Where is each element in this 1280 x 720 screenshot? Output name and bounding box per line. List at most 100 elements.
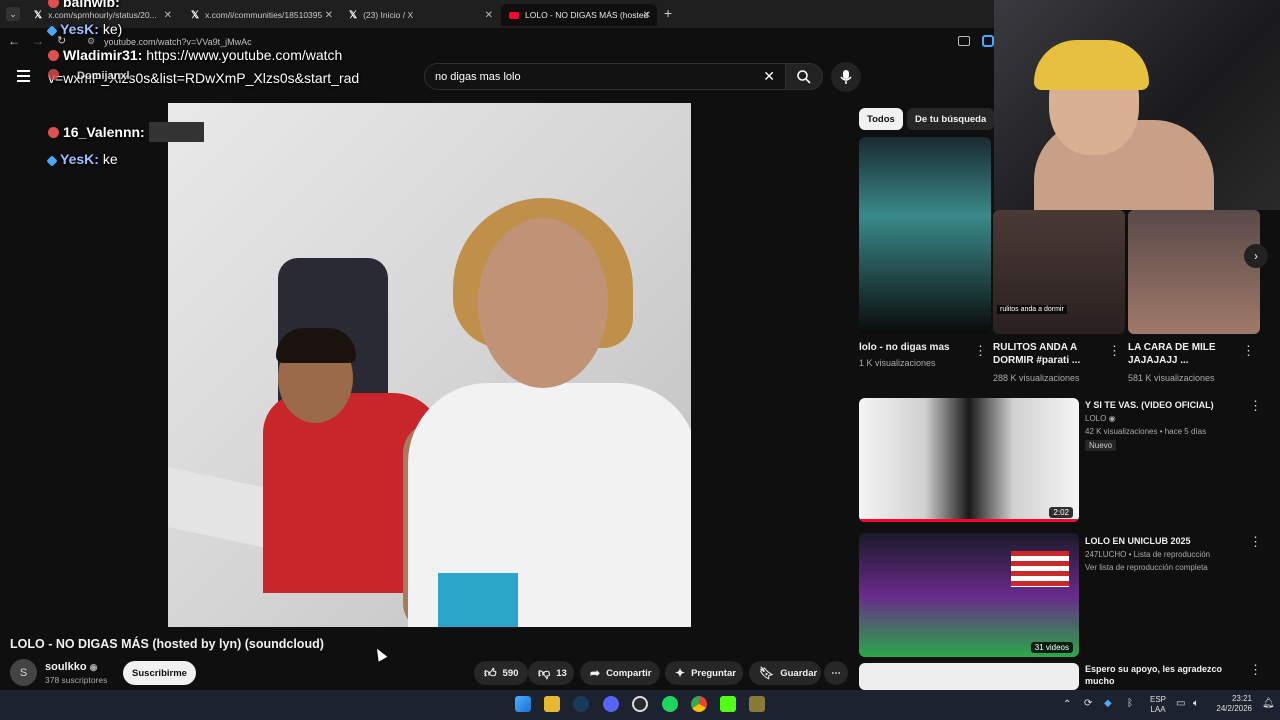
tab-x-home[interactable]: 𝕏 (23) Inicio / X ✕ (341, 4, 499, 26)
search-icon (797, 70, 811, 84)
video-thumbnail[interactable]: 2:02 (859, 398, 1079, 522)
new-tab-button[interactable]: + (664, 5, 672, 21)
tab-x-communities[interactable]: 𝕏 x.com/i/communities/18510395 ✕ (183, 4, 339, 26)
short-caption: rulitos anda a dormir (997, 305, 1067, 314)
x-logo-icon: 𝕏 (349, 9, 358, 21)
volume-icon[interactable]: 🔈︎ (1193, 698, 1199, 709)
tab-label: x.com/sprnhourly/status/20... (48, 10, 157, 20)
chat-message: YesK: ke (46, 151, 118, 167)
playlist-thumbnail[interactable]: 31 videos (859, 533, 1079, 657)
clear-search-icon[interactable]: ✕ (763, 68, 775, 85)
webcam-beanie (1034, 40, 1149, 90)
notification-icon[interactable]: 🔔︎ (1262, 698, 1275, 709)
app-icon[interactable] (749, 696, 765, 712)
tab-list-dropdown-icon[interactable]: ⌄ (6, 7, 20, 21)
file-explorer-icon[interactable] (544, 696, 560, 712)
tab-youtube-active[interactable]: LOLO - NO DIGAS MÁS (hosted ✕ (501, 4, 657, 26)
chip-from-search[interactable]: De tu búsqueda (907, 108, 995, 130)
video-player[interactable] (168, 103, 691, 627)
short-thumbnail[interactable]: rulitos anda a dormir (993, 210, 1125, 334)
discord-icon[interactable] (603, 696, 619, 712)
more-options-icon[interactable]: ⋮ (1249, 534, 1262, 550)
tray-chevron-icon[interactable]: ⌃ (1063, 699, 1071, 710)
save-button[interactable]: 🔖︎ Guardar (749, 661, 821, 685)
subscriber-count: 378 suscriptores (45, 675, 108, 685)
sparkle-icon: ✦ (675, 666, 686, 680)
share-button[interactable]: ➦ Compartir (580, 661, 660, 685)
chat-message: Domijanxl (48, 69, 130, 82)
url-text[interactable]: youtube.com/watch?v=VVa9t_jMwAc (104, 37, 252, 47)
verified-icon: ◉ (1108, 414, 1116, 423)
tray-shield-icon[interactable]: ◆ (1104, 698, 1112, 709)
close-tab-icon[interactable]: ✕ (485, 10, 493, 21)
short-views: 581 K visualizaciones (1128, 373, 1215, 383)
hamburger-menu-icon[interactable] (17, 70, 30, 82)
channel-avatar[interactable]: S (10, 659, 37, 686)
more-actions-button[interactable]: ⋯ (824, 661, 848, 685)
language-indicator[interactable]: ESP LAA (1150, 695, 1166, 715)
video-meta: 42 K visualizaciones • hace 5 días (1085, 427, 1207, 436)
video-thumbnail[interactable] (859, 663, 1079, 690)
more-options-icon[interactable]: ⋮ (1242, 343, 1255, 359)
obs-icon[interactable] (632, 696, 648, 712)
playlist-link[interactable]: Ver lista de reproducción completa (1085, 563, 1208, 572)
clock[interactable]: 23:21 24/2/2026 (1212, 694, 1252, 714)
steam-icon[interactable] (573, 696, 589, 712)
windows-start-icon[interactable] (515, 696, 531, 712)
chip-all[interactable]: Todos (859, 108, 903, 130)
playlist-title[interactable]: LOLO EN UNICLUB 2025 (1085, 535, 1235, 547)
more-options-icon[interactable]: ⋮ (1249, 398, 1262, 414)
verified-icon: ◉ (89, 662, 98, 672)
more-options-icon[interactable]: ⋮ (974, 343, 987, 359)
spotify-icon[interactable] (662, 696, 678, 712)
network-icon[interactable]: ▭ (1176, 698, 1185, 709)
duration-badge: 2:02 (1049, 507, 1073, 518)
new-badge: Nuevo (1085, 440, 1117, 451)
video-title[interactable]: Y SI TE VAS. (VIDEO OFICIAL) (1085, 399, 1235, 411)
video-channel[interactable]: LOLO ◉ (1085, 414, 1116, 423)
short-thumbnail[interactable] (1128, 210, 1260, 334)
site-info-icon[interactable]: ⚙ (87, 36, 95, 47)
dislike-button[interactable]: 👎︎ 13 (528, 661, 574, 685)
short-title[interactable]: lolo - no digas mas (859, 341, 969, 354)
cast-icon[interactable] (958, 36, 970, 46)
chat-badge-icon (46, 155, 58, 167)
video-title[interactable]: Espero su apoyo, les agradezco mucho (1085, 663, 1235, 687)
channel-name[interactable]: soulkko ◉ (45, 661, 98, 673)
close-tab-icon[interactable]: ✕ (643, 10, 651, 21)
search-button[interactable] (785, 63, 823, 90)
microphone-icon (840, 70, 852, 84)
video-person-hair (276, 328, 356, 363)
voice-search-button[interactable] (831, 62, 861, 92)
close-tab-icon[interactable]: ✕ (325, 10, 333, 21)
search-query: no digas mas lolo (435, 71, 521, 83)
chat-badge-icon (48, 0, 59, 8)
search-input[interactable]: no digas mas lolo ✕ (424, 63, 786, 90)
ask-button[interactable]: ✦ Preguntar (665, 661, 743, 685)
tab-label: x.com/i/communities/18510395 (205, 10, 323, 20)
tray-bluetooth-icon[interactable]: ᛒ (1127, 698, 1133, 709)
tab-label: LOLO - NO DIGAS MÁS (hosted (525, 10, 649, 20)
tab-label: (23) Inicio / X (363, 10, 414, 20)
kick-icon[interactable] (720, 696, 736, 712)
chat-message: Wladimir31: https://www.youtube.com/watc… (48, 47, 342, 63)
forward-arrow-icon[interactable]: → (32, 34, 44, 48)
short-thumbnail[interactable] (859, 137, 991, 334)
chat-message: YesK: ke) (46, 21, 122, 37)
chat-badge-icon (48, 69, 59, 80)
chrome-icon[interactable] (691, 696, 707, 712)
short-title[interactable]: LA CARA DE MILE JAJAJAJJ ... (1128, 341, 1238, 367)
short-title[interactable]: RULITOS ANDA A DORMIR #parati ... (993, 341, 1103, 367)
share-icon: ➦ (590, 666, 601, 680)
more-options-icon[interactable]: ⋮ (1108, 343, 1121, 359)
close-tab-icon[interactable]: ✕ (164, 10, 172, 21)
shorts-next-button[interactable]: › (1244, 244, 1268, 268)
back-arrow-icon[interactable]: ← (8, 34, 20, 48)
playlist-channel[interactable]: 247LUCHO • Lista de reproducción (1085, 550, 1210, 559)
tray-sync-icon[interactable]: ⟳ (1084, 698, 1092, 709)
like-button[interactable]: 👍︎ 590 (474, 661, 528, 685)
more-options-icon[interactable]: ⋮ (1249, 662, 1262, 678)
x-logo-icon: 𝕏 (191, 9, 200, 21)
subscribe-button[interactable]: Suscribirme (123, 661, 196, 685)
extension-icon[interactable] (982, 35, 994, 47)
